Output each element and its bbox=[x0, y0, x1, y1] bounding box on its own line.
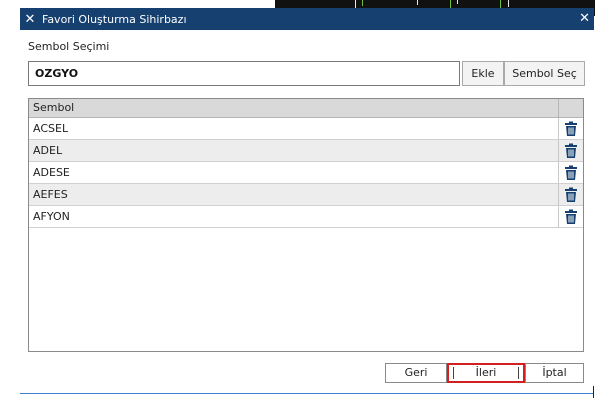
dialog-title: Favori Oluşturma Sihirbazı bbox=[42, 12, 187, 26]
column-header-symbol[interactable]: Sembol bbox=[33, 99, 74, 117]
table-row[interactable]: ACSEL bbox=[29, 118, 583, 140]
back-button[interactable]: Geri bbox=[385, 363, 447, 383]
grid-header: Sembol bbox=[29, 99, 583, 118]
symbol-grid: Sembol ACSEL ADEL ADESE AEFES AFYON bbox=[28, 98, 584, 352]
trash-icon[interactable] bbox=[563, 165, 579, 181]
resize-corner-mark bbox=[593, 386, 594, 398]
trash-icon[interactable] bbox=[563, 143, 579, 159]
add-button[interactable]: Ekle bbox=[462, 61, 504, 86]
chart-tick bbox=[450, 0, 451, 8]
table-row[interactable]: ADESE bbox=[29, 162, 583, 184]
table-row[interactable]: AFYON bbox=[29, 206, 583, 228]
chart-tick bbox=[457, 0, 458, 4]
column-separator bbox=[558, 118, 559, 139]
next-button[interactable]: İleri bbox=[447, 363, 525, 383]
column-separator bbox=[558, 140, 559, 161]
symbol-cell: ACSEL bbox=[33, 122, 69, 135]
cancel-button[interactable]: İptal bbox=[525, 363, 584, 383]
chart-tick bbox=[417, 0, 418, 5]
column-separator bbox=[558, 184, 559, 205]
symbol-cell: AFYON bbox=[33, 210, 70, 223]
column-separator bbox=[558, 162, 559, 183]
grid-rows: ACSEL ADEL ADESE AEFES AFYON bbox=[29, 118, 583, 228]
column-separator bbox=[558, 99, 559, 117]
table-row[interactable]: AEFES bbox=[29, 184, 583, 206]
symbol-cell: ADESE bbox=[33, 166, 70, 179]
trash-icon[interactable] bbox=[563, 121, 579, 137]
column-separator bbox=[558, 206, 559, 227]
next-button-focus-frame bbox=[453, 367, 519, 379]
trash-icon[interactable] bbox=[563, 209, 579, 225]
footer-divider bbox=[20, 393, 594, 394]
trash-icon[interactable] bbox=[563, 187, 579, 203]
select-symbol-button[interactable]: Sembol Seç bbox=[504, 61, 585, 86]
table-row[interactable]: ADEL bbox=[29, 140, 583, 162]
chart-tick bbox=[508, 0, 509, 7]
symbol-selection-label: Sembol Seçimi bbox=[28, 40, 110, 53]
dialog-titlebar: ✕ Favori Oluşturma Sihirbazı ✕ bbox=[20, 8, 594, 30]
symbol-cell: ADEL bbox=[33, 144, 63, 157]
symbol-input[interactable]: OZGYO bbox=[28, 61, 460, 86]
close-icon[interactable]: ✕ bbox=[579, 8, 590, 30]
chart-tick bbox=[362, 0, 363, 6]
symbol-cell: AEFES bbox=[33, 188, 68, 201]
close-icon[interactable]: ✕ bbox=[20, 12, 40, 27]
